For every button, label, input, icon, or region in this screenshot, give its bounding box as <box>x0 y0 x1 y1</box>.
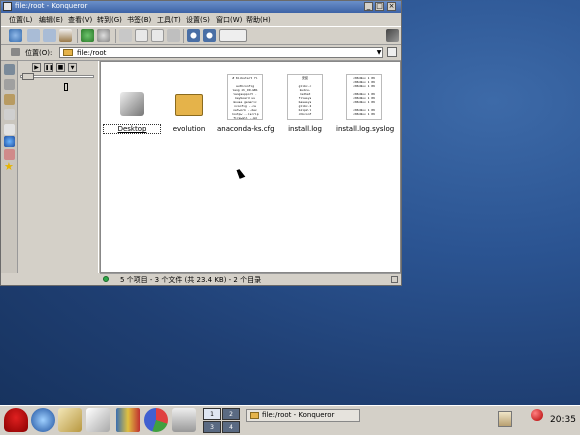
main-toolbar <box>1 26 401 45</box>
status-text: 5 个项目 - 3 个文件 (共 23.4 KB) - 2 个目录 <box>120 276 262 284</box>
chevron-down-icon[interactable]: ▼ <box>375 48 383 57</box>
video-frame <box>64 83 68 91</box>
back-arrow-icon[interactable] <box>27 29 40 42</box>
file-name: install.log <box>288 125 322 133</box>
menu-bar: 位置(L) 编辑(E) 查看(V) 转到(G) 书签(B) 工具(T) 设置(S… <box>1 13 401 26</box>
main-menu-redhat-icon[interactable] <box>4 408 28 432</box>
menu-go[interactable]: 转到(G) <box>97 15 122 25</box>
workspace-3[interactable]: 3 <box>203 421 221 433</box>
media-player-panel: ▶ ❚❚ ■ ▼ <box>18 61 98 273</box>
file-name: Desktop <box>103 124 161 134</box>
mail-icon[interactable] <box>58 408 82 432</box>
clock[interactable]: 20:35 <box>550 415 576 425</box>
window-titlebar[interactable]: file:/root - Konqueror _ □ × <box>1 1 401 13</box>
location-label: 位置(O): <box>25 49 53 57</box>
print-icon[interactable] <box>167 29 180 42</box>
workspace-pager: 1 2 3 4 <box>203 408 241 434</box>
update-alert-icon[interactable] <box>531 409 543 421</box>
status-bar: 5 个项目 - 3 个文件 (共 23.4 KB) - 2 个目录 <box>100 273 401 285</box>
pen-icon[interactable] <box>4 79 15 90</box>
play-button[interactable]: ▶ <box>32 63 41 72</box>
zoom-in-icon[interactable] <box>187 29 200 42</box>
workspace-1[interactable]: 1 <box>203 408 221 420</box>
location-value: file:/root <box>77 49 107 57</box>
folder-icon <box>175 94 203 116</box>
status-led-icon <box>103 276 109 282</box>
file-name: anaconda-ks.cfg <box>217 125 275 133</box>
globe-icon[interactable] <box>4 136 15 147</box>
chevron-down-icon[interactable]: ▼ <box>68 63 77 72</box>
menu-edit[interactable]: 编辑(E) <box>39 15 63 25</box>
text-file-icon: # Kickstart fi authconfig lang zh_CN.GB1… <box>227 74 263 120</box>
seek-handle[interactable] <box>22 73 34 80</box>
devices-icon[interactable] <box>4 109 15 120</box>
writer-icon[interactable] <box>86 408 110 432</box>
clipboard-icon[interactable] <box>498 411 512 427</box>
file-name: install.log.syslog <box>336 125 395 133</box>
cut-icon[interactable] <box>119 29 132 42</box>
home-icon[interactable] <box>59 29 72 42</box>
sidebar-tabs: ★ <box>1 61 18 273</box>
go-button[interactable] <box>387 47 397 57</box>
folder-tree-icon[interactable] <box>4 94 15 105</box>
location-input[interactable]: file:/root <box>59 47 383 58</box>
browser-globe-icon[interactable] <box>31 408 55 432</box>
bookmark-folder-icon[interactable] <box>4 149 15 160</box>
clear-location-icon[interactable] <box>11 48 20 56</box>
printer-icon[interactable] <box>172 408 196 432</box>
file-name: evolution <box>172 125 206 133</box>
up-arrow-icon[interactable] <box>9 29 22 42</box>
resize-grip-icon[interactable] <box>391 276 398 283</box>
toolbar-separator <box>77 29 78 43</box>
taskbar-panel: 1 2 3 4 file:/root - Konqueror 20:35 <box>0 405 580 435</box>
pause-button[interactable]: ❚❚ <box>44 63 53 72</box>
file-icon-view: Desktop evolution # Kickstart fi authcon… <box>100 61 401 273</box>
maximize-button[interactable]: □ <box>375 2 384 11</box>
history-icon[interactable] <box>4 124 15 135</box>
konqueror-window: file:/root - Konqueror _ □ × 位置(L) 编辑(E)… <box>0 0 402 286</box>
toolbar-separator <box>115 29 116 43</box>
menu-location[interactable]: 位置(L) <box>9 15 32 25</box>
close-button[interactable]: × <box>387 2 396 11</box>
text-file-icon: 安装 glibc-c kudzu- redhat filesys basesys… <box>287 74 323 120</box>
workspace-2[interactable]: 2 <box>222 408 240 420</box>
folder-icon <box>63 49 73 56</box>
stop-button[interactable]: ■ <box>56 63 65 72</box>
copy-icon[interactable] <box>135 29 148 42</box>
menu-bookmarks[interactable]: 书签(B) <box>127 15 151 25</box>
task-title: file:/root - Konqueror <box>262 411 335 419</box>
tools-icon[interactable] <box>4 64 15 75</box>
calc-chart-icon[interactable] <box>144 408 168 432</box>
paste-icon[interactable] <box>151 29 164 42</box>
minimize-button[interactable]: _ <box>364 2 373 11</box>
toolbar-separator <box>183 29 184 43</box>
location-bar: 位置(O): file:/root ▼ <box>1 45 401 61</box>
task-button-konqueror[interactable]: file:/root - Konqueror <box>246 409 360 422</box>
impress-icon[interactable] <box>116 408 140 432</box>
window-menu-icon[interactable] <box>3 2 12 11</box>
text-file-icon: <86>Nov 1 09 <86>Nov 1 09 <86>Nov 1 09 <… <box>346 74 382 120</box>
window-title: file:/root - Konqueror <box>15 2 88 10</box>
menu-view[interactable]: 查看(V) <box>68 15 92 25</box>
menu-help[interactable]: 帮助(H) <box>246 15 271 25</box>
menu-settings[interactable]: 设置(S) <box>186 15 210 25</box>
mouse-cursor-icon <box>236 168 246 179</box>
desktop-folder-icon <box>120 92 144 116</box>
star-icon[interactable]: ★ <box>4 161 15 172</box>
forward-arrow-icon[interactable] <box>43 29 56 42</box>
folder-icon <box>250 412 259 419</box>
workspace-4[interactable]: 4 <box>222 421 240 433</box>
menu-window[interactable]: 窗口(W) <box>216 15 242 25</box>
view-mode-icon[interactable] <box>219 29 247 42</box>
stop-icon[interactable] <box>97 29 110 42</box>
reload-icon[interactable] <box>81 29 94 42</box>
konqueror-logo-icon <box>386 29 399 42</box>
zoom-out-icon[interactable] <box>203 29 216 42</box>
menu-tools[interactable]: 工具(T) <box>157 15 181 25</box>
